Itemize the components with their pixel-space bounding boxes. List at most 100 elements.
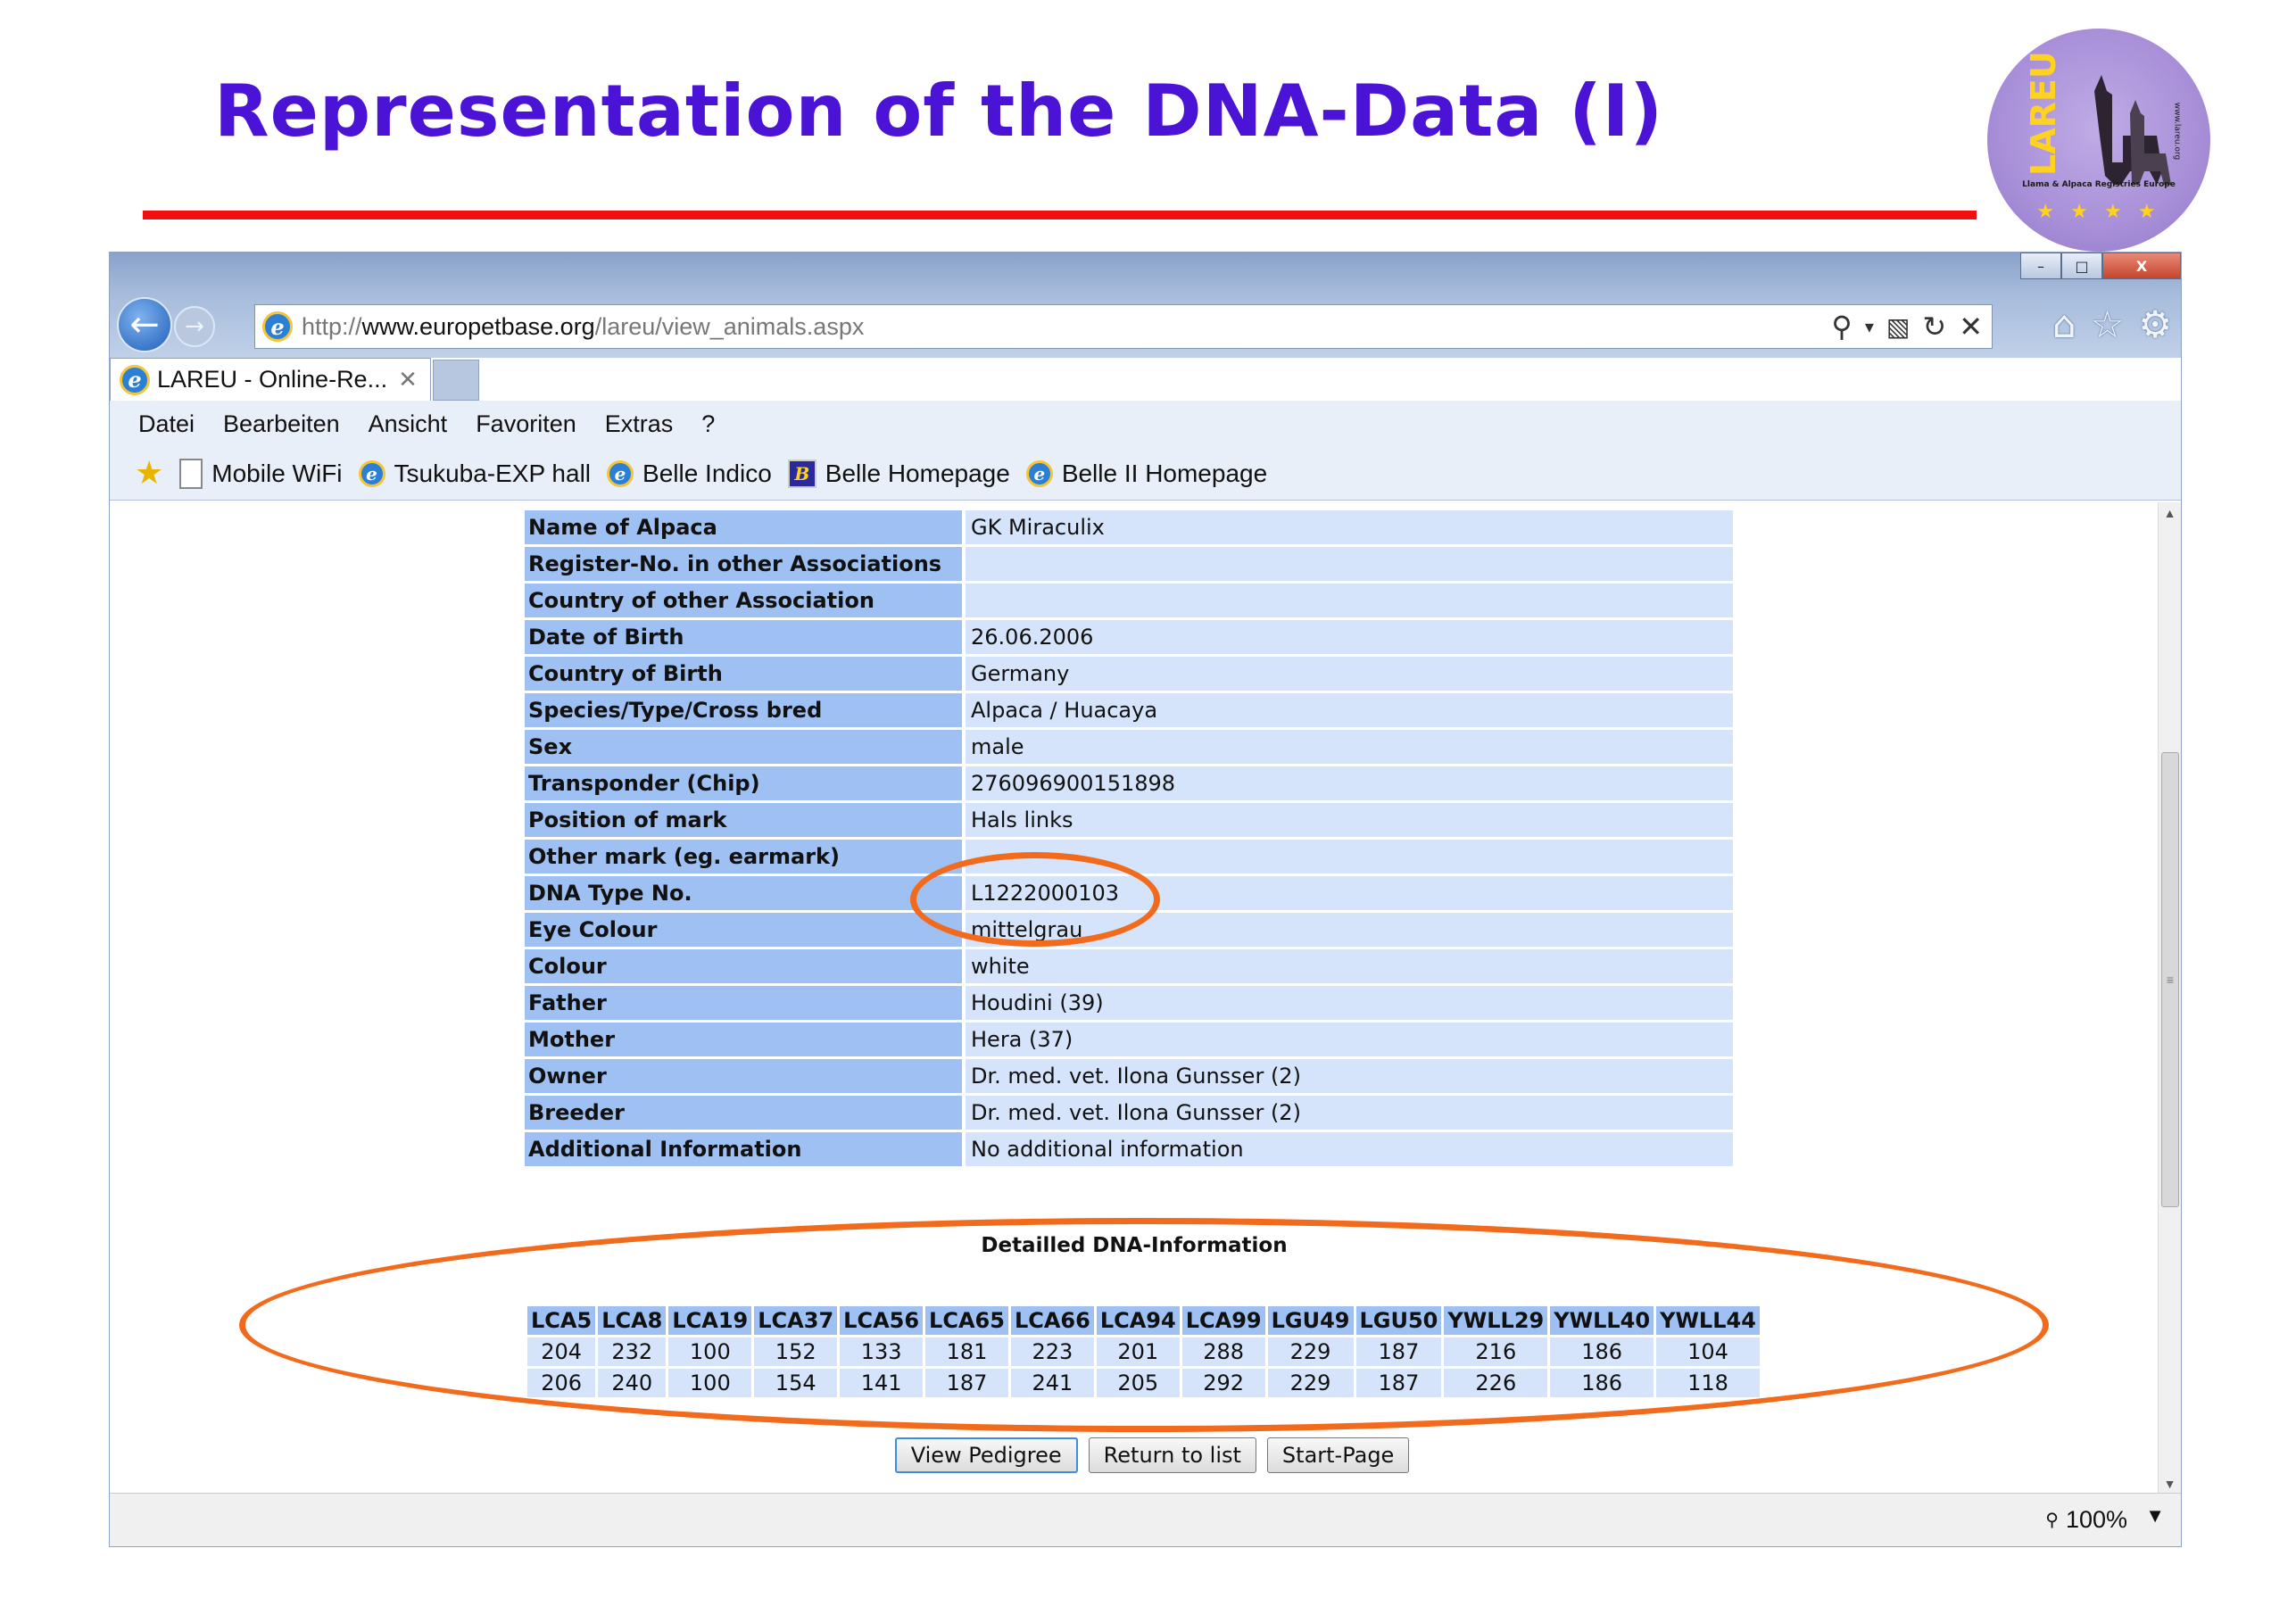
page-viewport: Name of Alpaca GK Miraculix Register-No. i…: [110, 502, 2181, 1495]
address-tools: ⚲ ▾ ▧ ↻ ✕: [1831, 310, 1992, 344]
new-tab-button[interactable]: [433, 360, 479, 401]
gear-icon[interactable]: ⚙: [2138, 302, 2172, 346]
info-label: Position of mark: [525, 803, 962, 837]
favorite-label: Belle Indico: [642, 459, 772, 487]
info-value: GK Miraculix: [962, 510, 1733, 544]
dna-marker-header: LCA19: [668, 1306, 752, 1335]
favorite-mobile-wifi[interactable]: Mobile WiFi: [179, 458, 343, 489]
title-bar: – □ X ← → e http://www.europetbase.org/l…: [110, 253, 2181, 358]
info-label: Date of Birth: [525, 620, 962, 654]
info-row: Country of Birth Germany: [525, 657, 1733, 691]
tab-lareu[interactable]: e LAREU - Online-Re... ✕: [110, 358, 431, 401]
dna-allele-cell: 223: [1010, 1337, 1094, 1366]
dna-allele-cell: 100: [668, 1369, 752, 1397]
favorite-belle-homepage[interactable]: B Belle Homepage: [787, 459, 1010, 488]
menu-item-help[interactable]: ?: [701, 410, 715, 438]
dna-marker-header: LCA65: [925, 1306, 1008, 1335]
menu-bar: Datei Bearbeiten Ansicht Favoriten Extra…: [110, 401, 2181, 447]
favorite-label: Belle Homepage: [825, 459, 1010, 487]
dna-marker-header: YWLL44: [1656, 1306, 1760, 1335]
dna-allele-cell: 241: [1010, 1369, 1094, 1397]
compat-view-icon[interactable]: ▧: [1886, 312, 1910, 342]
info-row: Additional Information No additional info…: [525, 1132, 1733, 1166]
info-row: Country of other Association: [525, 584, 1733, 617]
info-label: Country of other Association: [525, 584, 962, 617]
info-row: Sex male: [525, 730, 1733, 764]
info-row: Transponder (Chip) 276096900151898: [525, 766, 1733, 800]
info-label: Mother: [525, 1023, 962, 1056]
info-row: Register-No. in other Associations: [525, 547, 1733, 581]
info-row: Breeder Dr. med. vet. Ilona Gunsser (2): [525, 1096, 1733, 1130]
info-label: Other mark (eg. earmark): [525, 840, 962, 874]
scroll-thumb[interactable]: ≡: [2161, 752, 2179, 1207]
scroll-down-icon[interactable]: ▼: [2159, 1477, 2181, 1491]
window-controls: – □ X: [2020, 253, 2181, 281]
info-label: Sex: [525, 730, 962, 764]
info-label: Transponder (Chip): [525, 766, 962, 800]
dna-allele-cell: 232: [598, 1337, 667, 1366]
favorite-belle2-homepage[interactable]: e Belle II Homepage: [1025, 460, 1267, 488]
forward-button[interactable]: →: [174, 306, 215, 347]
zoom-control[interactable]: ⚲ 100%: [2045, 1506, 2127, 1534]
info-value: Dr. med. vet. Ilona Gunsser (2): [962, 1096, 1733, 1130]
search-icon[interactable]: ⚲: [1831, 310, 1852, 344]
dna-allele-cell: 152: [754, 1337, 838, 1366]
scroll-up-icon[interactable]: ▲: [2159, 506, 2181, 520]
dna-marker-header: LCA56: [840, 1306, 924, 1335]
dna-allele-cell: 288: [1181, 1337, 1265, 1366]
dna-allele-cell: 216: [1444, 1337, 1548, 1366]
stop-icon[interactable]: ✕: [1959, 310, 1983, 344]
page-buttons: View Pedigree Return to list Start-Page: [110, 1437, 2159, 1473]
menu-item-ansicht[interactable]: Ansicht: [369, 410, 448, 438]
info-row: Mother Hera (37): [525, 1023, 1733, 1056]
menu-item-extras[interactable]: Extras: [605, 410, 674, 438]
belle-icon: B: [787, 459, 816, 488]
menu-item-bearbeiten[interactable]: Bearbeiten: [223, 410, 340, 438]
address-bar[interactable]: e http://www.europetbase.org/lareu/view_…: [254, 304, 1993, 349]
dna-allele-row: 206 240 100 154 141 187 241 205 292 229 187 226 186 1…: [527, 1369, 1760, 1397]
info-label: Owner: [525, 1059, 962, 1093]
favorite-belle-indico[interactable]: e Belle Indico: [607, 460, 772, 488]
dropdown-icon[interactable]: ▾: [1865, 316, 1874, 337]
close-window-button[interactable]: X: [2102, 253, 2181, 279]
status-bar: ⚲ 100% ▼: [110, 1493, 2181, 1546]
info-row: Date of Birth 26.06.2006: [525, 620, 1733, 654]
dna-allele-cell: 229: [1267, 1337, 1354, 1366]
address-url[interactable]: http://www.europetbase.org/lareu/view_an…: [302, 313, 864, 341]
home-icon[interactable]: ⌂: [2052, 302, 2076, 346]
start-page-button[interactable]: Start-Page: [1266, 1437, 1410, 1473]
info-value: Germany: [962, 657, 1733, 691]
info-label: Register-No. in other Associations: [525, 547, 962, 581]
menu-item-datei[interactable]: Datei: [138, 410, 195, 438]
dna-allele-cell: 181: [925, 1337, 1008, 1366]
maximize-button[interactable]: □: [2061, 253, 2102, 279]
return-to-list-button[interactable]: Return to list: [1088, 1437, 1256, 1473]
info-value: mittelgrau: [962, 913, 1733, 947]
dna-allele-cell: 104: [1656, 1337, 1760, 1366]
dna-allele-cell: 226: [1444, 1369, 1548, 1397]
refresh-icon[interactable]: ↻: [1922, 310, 1946, 344]
favorites-add-icon[interactable]: ★: [135, 455, 163, 492]
browser-window: – □ X ← → e http://www.europetbase.org/l…: [109, 252, 2182, 1547]
back-button[interactable]: ←: [117, 297, 172, 352]
favorites-star-icon[interactable]: ☆: [2091, 302, 2125, 346]
dna-allele-cell: 118: [1656, 1369, 1760, 1397]
favorite-tsukuba[interactable]: e Tsukuba-EXP hall: [358, 460, 591, 488]
url-prefix: http://: [302, 312, 362, 340]
url-path: /lareu/view_animals.aspx: [594, 312, 865, 340]
info-row: Eye Colour mittelgrau: [525, 913, 1733, 947]
dna-allele-row: 204 232 100 152 133 181 223 201 288 229 187 216 186 1…: [527, 1337, 1760, 1366]
zoom-dropdown-icon[interactable]: ▼: [2145, 1504, 2165, 1528]
info-value: No additional information: [962, 1132, 1733, 1166]
menu-item-favoriten[interactable]: Favoriten: [476, 410, 576, 438]
view-pedigree-button[interactable]: View Pedigree: [894, 1437, 1078, 1473]
slide: Representation of the DNA-Data (I) LAREU…: [0, 0, 2296, 1623]
dna-marker-header: LCA37: [754, 1306, 838, 1335]
slide-title: Representation of the DNA-Data (I): [214, 70, 1664, 153]
close-tab-icon[interactable]: ✕: [398, 366, 418, 393]
dna-allele-cell: 187: [1355, 1337, 1442, 1366]
info-label: Colour: [525, 949, 962, 983]
vertical-scrollbar[interactable]: ▲ ≡ ▼: [2158, 502, 2181, 1495]
minimize-button[interactable]: –: [2020, 253, 2061, 279]
dna-marker-header: LCA8: [598, 1306, 667, 1335]
